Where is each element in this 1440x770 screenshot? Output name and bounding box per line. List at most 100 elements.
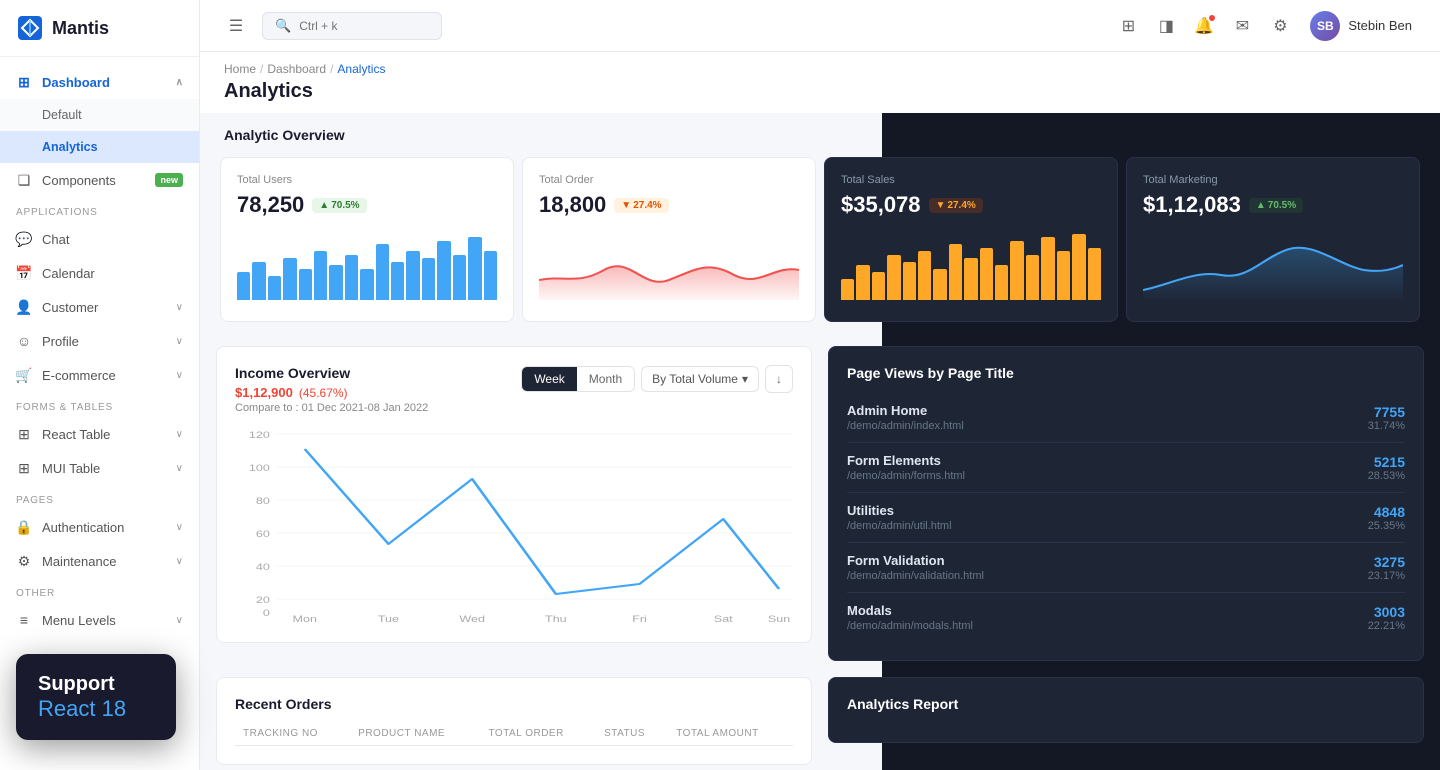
notifications-button[interactable]: 🔔 xyxy=(1188,10,1220,42)
support-toast-text: Support xyxy=(38,672,154,696)
bar-item xyxy=(468,237,481,300)
pv-count: 4848 xyxy=(1368,504,1405,520)
sidebar-item-components[interactable]: ❏ Components new xyxy=(0,163,199,197)
username-label: Stebin Ben xyxy=(1348,18,1412,33)
income-controls: Week Month By Total Volume ▾ ↓ xyxy=(521,365,793,393)
avatar: SB xyxy=(1310,11,1340,41)
svg-text:Wed: Wed xyxy=(459,615,485,624)
settings-button[interactable]: ⚙ xyxy=(1264,10,1296,42)
stat-orders-title: Total Order xyxy=(539,174,799,186)
bar-item xyxy=(391,262,404,301)
month-button[interactable]: Month xyxy=(577,367,634,391)
bar-item xyxy=(422,258,435,300)
sidebar-item-mui-table[interactable]: ⊞ MUI Table ∨ xyxy=(0,451,199,485)
sidebar-item-customer[interactable]: 👤 Customer ∨ xyxy=(0,290,199,324)
forms-section-label: Forms & Tables xyxy=(0,392,199,417)
sidebar-item-calendar[interactable]: 📅 Calendar xyxy=(0,256,199,290)
sidebar-item-maintenance[interactable]: ⚙ Maintenance ∨ xyxy=(0,544,199,578)
pv-title: Form Validation xyxy=(847,553,984,568)
analytics-report-card: Analytics Report xyxy=(828,677,1424,743)
stat-sales-badge: ▼ 27.4% xyxy=(929,198,983,213)
sidebar-item-authentication[interactable]: 🔒 Authentication ∨ xyxy=(0,510,199,544)
breadcrumb-area: Home / Dashboard / Analytics Analytics xyxy=(200,52,1440,113)
sidebar-item-analytics[interactable]: Analytics xyxy=(0,131,199,163)
bar-item xyxy=(345,255,358,301)
bar-item xyxy=(283,258,296,300)
breadcrumb-sep1: / xyxy=(260,62,263,76)
support-toast-highlight: React 18 xyxy=(38,696,154,722)
sidebar-item-default[interactable]: Default xyxy=(0,99,199,131)
bar-item xyxy=(360,269,373,301)
auth-chevron: ∨ xyxy=(176,522,183,533)
pv-url: /demo/admin/validation.html xyxy=(847,570,984,582)
sidebar-item-profile[interactable]: ☺ Profile ∨ xyxy=(0,324,199,358)
profile-icon-button[interactable]: ◨ xyxy=(1150,10,1182,42)
main-area: ☰ 🔍 ⊞ ◨ 🔔 ✉ ⚙ SB Stebin Ben Home / xyxy=(200,0,1440,770)
svg-text:Mon: Mon xyxy=(293,615,317,624)
notification-badge xyxy=(1208,14,1216,22)
page-views-list: Admin Home /demo/admin/index.html 7755 3… xyxy=(847,393,1405,642)
stat-orders-value: 18,800 xyxy=(539,192,606,218)
mantis-logo-icon xyxy=(16,14,44,42)
bar-item xyxy=(268,276,281,301)
apps-icon-button[interactable]: ⊞ xyxy=(1112,10,1144,42)
breadcrumb-dashboard[interactable]: Dashboard xyxy=(267,62,326,76)
content-area: Analytic Overview Total Users 78,250 ▲ 7… xyxy=(200,113,1440,770)
support-toast[interactable]: Support React 18 xyxy=(16,654,176,740)
svg-text:20: 20 xyxy=(256,596,270,606)
bar-item xyxy=(964,258,977,300)
breadcrumb-home[interactable]: Home xyxy=(224,62,256,76)
bar-item xyxy=(406,251,419,300)
breadcrumb-sep2: / xyxy=(330,62,333,76)
sidebar-item-react-table[interactable]: ⊞ React Table ∨ xyxy=(0,417,199,451)
page-views-col: Page Views by Page Title Admin Home /dem… xyxy=(820,342,1432,665)
pv-url: /demo/admin/util.html xyxy=(847,520,952,532)
income-chart-svg: 120 100 80 60 40 20 0 Mon xyxy=(235,424,793,624)
dashboard-chevron: ∧ xyxy=(176,77,183,88)
download-button[interactable]: ↓ xyxy=(765,365,793,393)
orders-area-chart xyxy=(539,230,799,300)
brand-logo[interactable]: Mantis xyxy=(0,0,199,57)
sidebar-item-chat[interactable]: 💬 Chat xyxy=(0,222,199,256)
components-badge: new xyxy=(155,173,183,187)
week-month-toggle: Week Month xyxy=(521,366,635,392)
sidebar-item-dashboard[interactable]: ⊞ Dashboard ∧ xyxy=(0,65,199,99)
sidebar-item-menu-levels[interactable]: ≡ Menu Levels ∨ xyxy=(0,603,199,637)
chevron-down-icon: ▾ xyxy=(742,372,748,386)
search-input[interactable] xyxy=(299,19,419,33)
arrow-down-icon: ▼ xyxy=(621,200,631,211)
stat-sales-value: $35,078 xyxy=(841,192,921,218)
bar-item xyxy=(1057,251,1070,300)
page-views-title: Page Views by Page Title xyxy=(847,365,1405,381)
stat-users-title: Total Users xyxy=(237,174,497,186)
ecommerce-icon: 🛒 xyxy=(16,367,32,383)
pages-section-label: Pages xyxy=(0,485,199,510)
orders-title: Recent Orders xyxy=(235,696,793,712)
week-button[interactable]: Week xyxy=(522,367,576,391)
income-compare: Compare to : 01 Dec 2021-08 Jan 2022 xyxy=(235,402,428,414)
pv-url: /demo/admin/forms.html xyxy=(847,470,965,482)
income-card: Income Overview $1,12,900 (45.67%) Compa… xyxy=(216,346,812,643)
pv-url: /demo/admin/index.html xyxy=(847,420,964,432)
messages-button[interactable]: ✉ xyxy=(1226,10,1258,42)
content-inner: Analytic Overview Total Users 78,250 ▲ 7… xyxy=(200,113,1440,769)
pv-pct: 23.17% xyxy=(1368,570,1405,582)
bottom-row: Recent Orders TRACKING NO PRODUCT NAME T… xyxy=(200,665,1440,769)
customer-icon: 👤 xyxy=(16,299,32,315)
bar-item xyxy=(1010,241,1023,301)
volume-select[interactable]: By Total Volume ▾ xyxy=(641,366,759,392)
menu-toggle-button[interactable]: ☰ xyxy=(220,10,252,42)
bar-item xyxy=(299,269,312,301)
user-menu-button[interactable]: SB Stebin Ben xyxy=(1302,7,1420,45)
income-col: Income Overview $1,12,900 (45.67%) Compa… xyxy=(208,342,820,665)
profile-icon: ☺ xyxy=(16,333,32,349)
stats-cards-grid: Total Users 78,250 ▲ 70.5% Total Order 1 xyxy=(200,153,1440,342)
pv-count: 3275 xyxy=(1368,554,1405,570)
bar-item xyxy=(918,251,931,300)
pv-url: /demo/admin/modals.html xyxy=(847,620,973,632)
sidebar-item-ecommerce[interactable]: 🛒 E-commerce ∨ xyxy=(0,358,199,392)
col-tracking: TRACKING NO xyxy=(235,722,350,746)
search-box[interactable]: 🔍 xyxy=(262,12,442,40)
col-total-amount: TOTAL AMOUNT xyxy=(668,722,793,746)
pv-title: Modals xyxy=(847,603,973,618)
